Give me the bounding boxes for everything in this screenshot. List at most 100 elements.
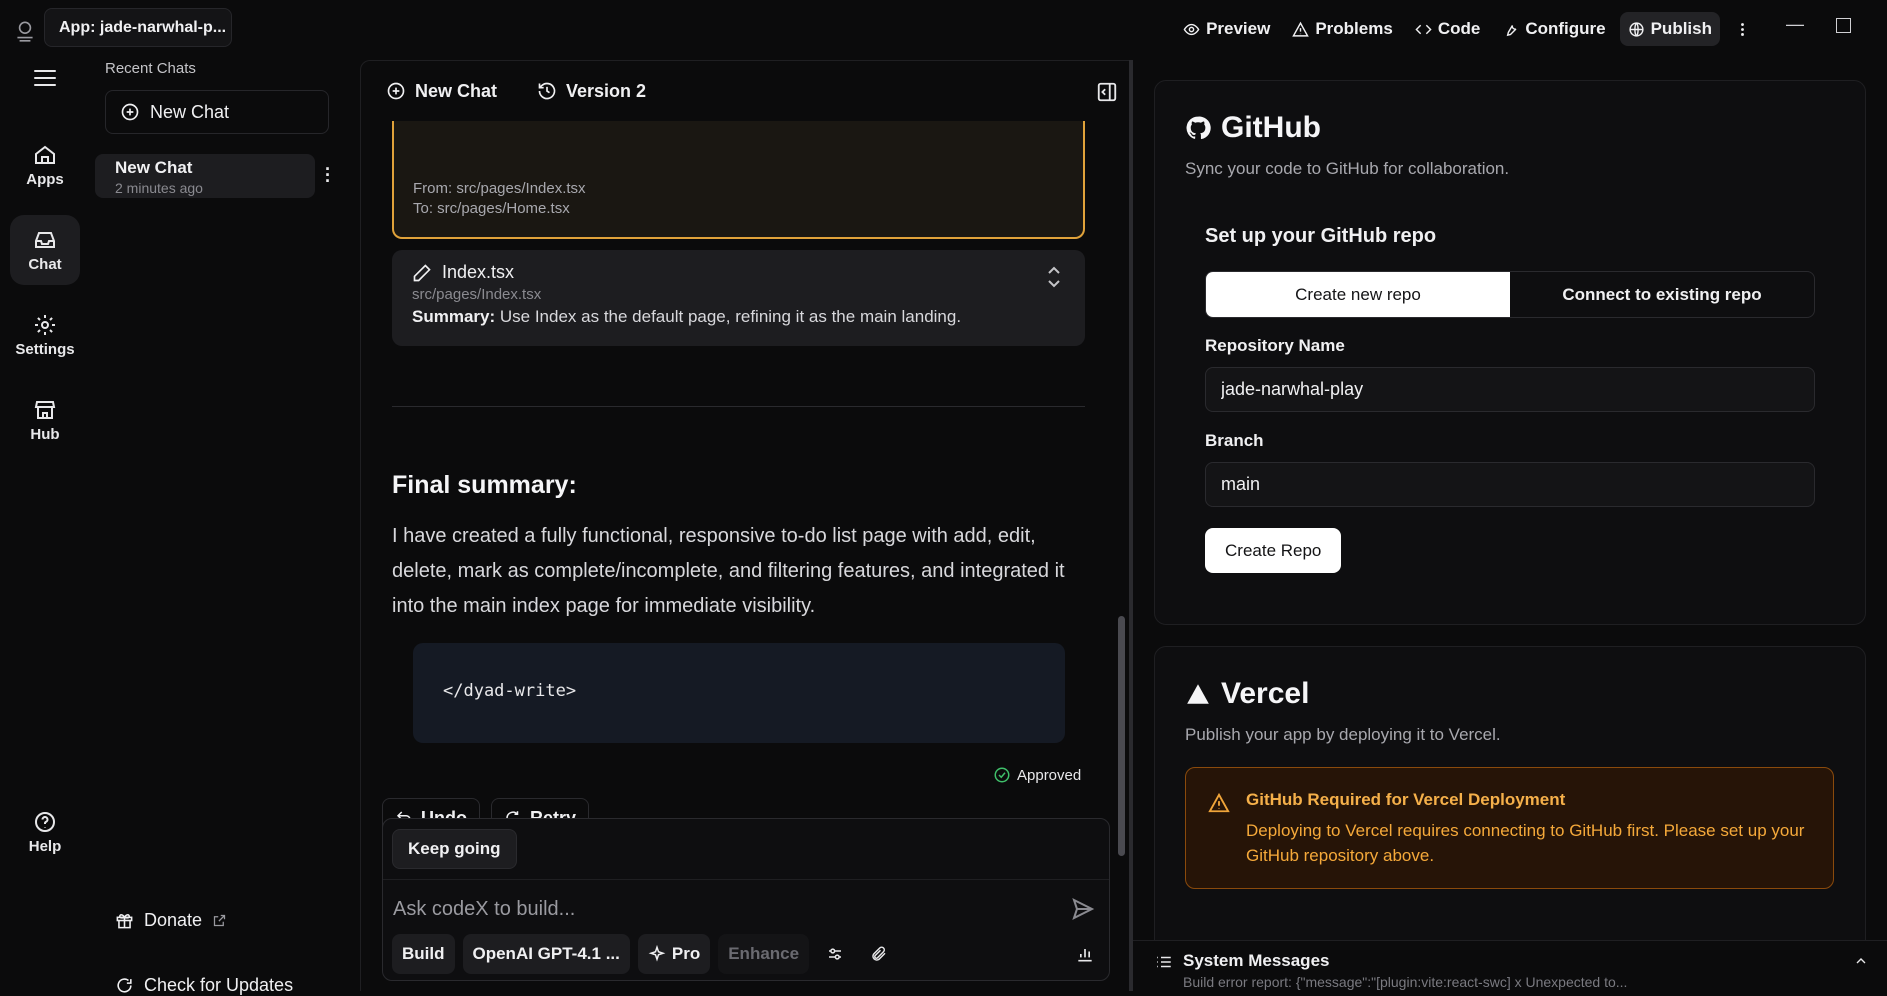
approved-label: Approved [1017,766,1082,784]
check-circle-icon [994,767,1010,783]
preview-button[interactable]: Preview [1175,12,1278,46]
bar-chart-icon[interactable] [1075,944,1095,964]
rail-item-apps[interactable]: Apps [10,130,80,200]
system-messages-bar[interactable]: System Messages Build error report: {"me… [1133,940,1887,991]
sliders-button[interactable] [817,934,853,974]
model-selector[interactable]: OpenAI GPT-4.1 ... [462,934,630,974]
vercel-subtitle: Publish your app by deploying it to Verc… [1185,725,1501,744]
warning-title: GitHub Required for Vercel Deployment [1246,790,1566,809]
rail-label-apps: Apps [26,170,64,188]
edit-summary-text: Use Index as the default page, refining … [499,307,962,326]
repo-name-field[interactable] [1205,367,1815,412]
sliders-icon [829,948,842,960]
github-icon [1186,116,1211,140]
tab-connect-existing-repo[interactable]: Connect to existing repo [1510,272,1814,317]
check-updates-link[interactable]: Check for Updates [115,975,293,996]
rail-item-settings[interactable]: Settings [10,300,80,370]
minimize-icon[interactable]: — [1786,14,1804,35]
github-required-warning: GitHub Required for Vercel Deployment De… [1185,767,1834,889]
chat-item-menu-icon[interactable]: · · · [325,160,331,190]
problems-button[interactable]: Problems [1284,12,1400,46]
version-label: Version 2 [566,80,647,101]
sidebar-new-chat-label: New Chat [150,101,230,122]
more-vertical-icon [1741,22,1744,36]
system-messages-title: System Messages [1183,951,1330,970]
header-new-chat-button[interactable]: New Chat [386,81,497,102]
check-updates-label: Check for Updates [144,975,294,995]
repo-name-label: Repository Name [1205,336,1345,355]
header-new-chat-label: New Chat [415,80,498,101]
chat-scrollbar[interactable] [1118,616,1125,856]
chat-header: New Chat Version 2 [361,61,1131,121]
hamburger-menu-icon[interactable] [34,70,56,88]
github-title-text: GitHub [1221,111,1321,144]
chevron-up-icon[interactable] [1853,953,1869,969]
donate-link[interactable]: Donate [115,910,227,931]
preview-label: Preview [1206,19,1271,38]
edit-card[interactable]: Index.tsx src/pages/Index.tsx Summary: U… [392,250,1085,346]
code-button[interactable]: Code [1407,12,1489,46]
wrench-icon [1507,24,1517,36]
edit-file-row: Index.tsx [412,262,1065,283]
prompt-input[interactable] [393,891,1033,927]
pro-button[interactable]: Pro [637,934,711,974]
version-button[interactable]: Version 2 [537,81,646,102]
approved-status: Approved [993,766,1081,784]
enhance-button[interactable]: Enhance [718,934,810,974]
app-logo-icon [17,21,33,42]
rail-label-chat: Chat [28,255,62,273]
edit-file-name: Index.tsx [442,262,515,282]
more-menu-button[interactable] [1726,12,1759,46]
history-icon [538,82,556,100]
paperclip-icon [872,946,886,961]
edit-file-path: src/pages/Index.tsx [412,286,542,303]
list-icon [1157,956,1171,968]
mode-selector[interactable]: Build [392,934,455,974]
rail-item-hub[interactable]: Hub [10,385,80,455]
repo-mode-tabs: Create new repo Connect to existing repo [1205,271,1815,318]
final-summary-title: Final summary: [392,471,577,499]
send-icon[interactable] [1071,897,1095,921]
publish-panel: GitHub Sync your code to GitHub for coll… [1133,60,1887,991]
recent-chats-heading: Recent Chats [105,60,196,77]
warning-text: Deploying to Vercel requires connecting … [1246,821,1805,865]
system-messages-preview: Build error report: {"message":"[plugin:… [1183,974,1628,990]
store-icon [34,400,56,419]
create-repo-button[interactable]: Create Repo [1205,528,1342,573]
tab-create-new-repo[interactable]: Create new repo [1206,272,1510,317]
nav-rail: Apps Chat Settings Hub Help [0,60,90,991]
github-subtitle: Sync your code to GitHub for collaborati… [1185,159,1510,178]
rename-to: To: src/pages/Home.tsx [413,200,570,217]
sidebar-new-chat-button[interactable]: New Chat [105,90,329,134]
code-icon [1415,24,1432,34]
inbox-icon [35,231,55,248]
panel-toggle-icon[interactable] [1096,81,1118,103]
chat-item-time: 2 minutes ago [115,180,203,196]
vercel-title: Vercel [1185,677,1309,711]
publish-label: Publish [1650,19,1712,38]
branch-label: Branch [1205,431,1264,450]
message-divider [392,406,1085,407]
top-bar: App: jade-narwhal-p... Preview Problems … [0,0,1887,60]
rail-label-hub: Hub [30,425,60,443]
plus-circle-icon [121,103,139,121]
sparkles-icon [648,945,666,962]
attach-button[interactable] [861,934,897,974]
keep-going-suggestion[interactable]: Keep going [392,829,517,869]
publish-button[interactable]: Publish [1619,12,1720,46]
refresh-icon [117,978,132,993]
help-icon [35,811,55,832]
expand-chevrons-icon[interactable] [1045,264,1063,290]
rail-item-chat[interactable]: Chat [10,215,80,285]
rail-item-help[interactable]: Help [10,797,80,867]
branch-field[interactable] [1205,462,1815,507]
maximize-icon[interactable] [1836,18,1851,33]
vercel-triangle-icon [1187,684,1209,704]
configure-button[interactable]: Configure [1494,12,1613,46]
edit-summary: Summary: Use Index as the default page, … [412,307,1065,327]
composer: Keep going Build OpenAI GPT-4.1 ... Pro … [382,818,1110,981]
plus-circle-icon [387,82,405,100]
app-name-chip[interactable]: App: jade-narwhal-p... [44,8,232,47]
pencil-icon [413,263,431,281]
chat-list-item[interactable]: New Chat 2 minutes ago [95,154,315,198]
